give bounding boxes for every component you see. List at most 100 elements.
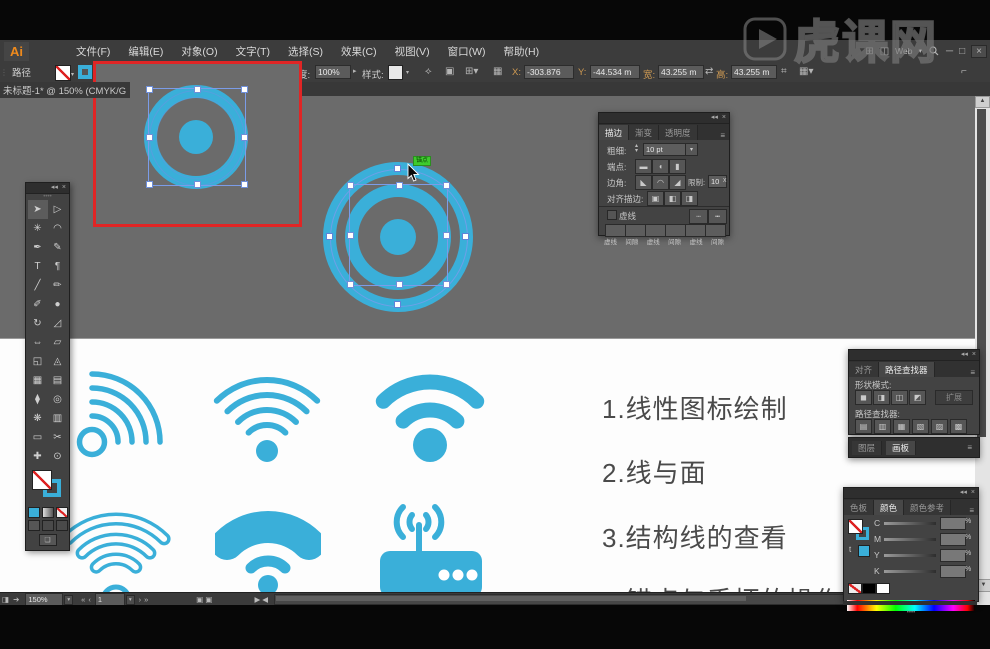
slice-tool[interactable]: ✂ [48,428,68,447]
close-button[interactable]: × [971,45,987,58]
wifi-icon-line-dot[interactable] [212,371,322,463]
stepper-icon[interactable]: ▴▾ [635,144,638,154]
handle-s[interactable] [396,281,403,288]
align-center-button[interactable]: ▣ [647,191,664,206]
workspace-switcher[interactable]: Web [895,46,912,56]
symbol-sprayer-tool[interactable]: ❋ [28,409,48,428]
opacity-arrow-icon[interactable]: ▸ [353,67,357,75]
more-options-icon[interactable]: ▦▾ [799,66,813,77]
hscroll-right-arrow[interactable]: ◀ [262,595,268,604]
selection-tool[interactable]: ➤ [28,200,48,219]
channel-y-field[interactable] [940,549,966,562]
restore-button[interactable]: □ [959,46,965,57]
magic-wand-tool[interactable]: ✳ [28,219,48,238]
document-tab-title[interactable]: 未标题-1* @ 150% (CMYK/G [0,82,130,98]
intersect-button[interactable]: ◫ [891,390,908,405]
miter-join-button[interactable]: ◣ [635,175,652,190]
gap-field-1[interactable] [625,224,646,237]
outline-button[interactable]: ▨ [931,419,948,434]
channel-k-field[interactable] [940,565,966,578]
horizontal-scrollbar-thumb[interactable] [276,596,746,601]
artboard-nav-icon[interactable]: ◨ [2,595,9,604]
align-outside-button[interactable]: ◨ [681,191,698,206]
channel-c-slider[interactable] [884,522,936,525]
handle-sw[interactable] [146,181,153,188]
artboard-dropdown-icon[interactable]: ▾ [126,595,135,605]
tab-artboards[interactable]: 画板 [886,441,916,455]
handle-se[interactable] [241,181,248,188]
dash-align-button[interactable]: ┅ [708,209,727,224]
panel-menu-icon[interactable]: ≡ [966,368,979,377]
panel-collapse-icon[interactable]: ◂◂ [960,488,967,498]
panel-close-icon[interactable]: × [972,350,976,360]
panel-menu-icon[interactable]: ≡ [965,506,978,515]
flyout-icon[interactable]: ➔ [13,595,19,604]
handle-sw[interactable] [347,281,354,288]
path-anchor-right[interactable] [462,233,469,240]
stroke-weight-field[interactable]: 10 pt [643,143,687,156]
panel-close-icon[interactable]: × [722,113,726,123]
handle-n[interactable] [396,182,403,189]
dash-field-3[interactable] [685,224,706,237]
butt-cap-button[interactable]: ▬ [635,159,652,174]
menu-edit[interactable]: 编辑(E) [128,44,163,59]
dashed-line-checkbox[interactable] [607,210,617,220]
handle-s[interactable] [194,181,201,188]
panel-menu-icon[interactable]: ≡ [716,131,729,140]
fill-swatch[interactable] [848,519,863,534]
white-swatch[interactable] [876,583,890,594]
fill-chevron-icon[interactable]: ▾ [71,71,74,78]
fill-color-swatch[interactable] [32,470,52,490]
black-swatch[interactable] [862,583,876,594]
handle-e[interactable] [443,232,450,239]
path-anchor-left[interactable] [326,233,333,240]
trim-button[interactable]: ▥ [874,419,891,434]
wifi-icon-filled-fan[interactable] [215,489,321,593]
y-field[interactable]: -44.534 m [590,65,640,79]
wifi-icon-bold[interactable] [375,363,485,463]
x-field[interactable]: -303.876 [524,65,574,79]
type-tool[interactable]: T [28,257,48,276]
panel-collapse-icon[interactable]: ◂◂ [711,113,718,123]
panel-menu-icon[interactable]: ≡ [963,443,976,452]
opacity-field[interactable]: 100% [315,65,351,79]
minus-back-button[interactable]: ▩ [950,419,967,434]
gap-field-3[interactable] [705,224,726,237]
mesh-tool[interactable]: ▦ [28,371,48,390]
dash-field-1[interactable] [605,224,626,237]
wifi-icon-rotated-line[interactable] [57,357,172,469]
projecting-cap-button[interactable]: ▮ [669,159,686,174]
blend-tool[interactable]: ◎ [48,390,68,409]
lasso-tool[interactable]: ◠ [48,219,68,238]
minimize-button[interactable]: ─ [946,46,953,57]
expand-button[interactable]: 扩展 [935,390,973,405]
constrain-proportions-icon[interactable]: ⇄ [705,66,713,77]
callout-selection-bbox[interactable] [148,88,246,186]
panel-grip[interactable]: ⋮ [0,68,6,77]
scale-tool[interactable]: ◿ [48,314,68,333]
height-field[interactable]: 43.255 m [731,65,777,79]
zoom-tool[interactable]: ⊙ [48,447,68,466]
tab-swatches[interactable]: 色板 [844,500,874,515]
style-swatch[interactable] [388,65,403,80]
minus-front-button[interactable]: ◨ [873,390,890,405]
stroke-weight-dropdown[interactable]: ▾ [685,143,698,156]
hand-tool[interactable]: ✚ [28,447,48,466]
first-artboard-button[interactable]: « [81,595,85,604]
width-field[interactable]: 43.255 m [658,65,704,79]
gap-field-2[interactable] [665,224,686,237]
dash-field-2[interactable] [645,224,666,237]
draw-behind-button[interactable] [42,520,54,531]
shear-icon[interactable]: ⌗ [781,66,787,77]
arrange-documents-icon[interactable]: ◫ [880,46,889,57]
menu-type[interactable]: 文字(T) [236,44,270,59]
zoom-dropdown-icon[interactable]: ▾ [64,595,73,605]
round-cap-button[interactable]: ◖ [652,159,669,174]
handle-w[interactable] [146,134,153,141]
handle-nw[interactable] [347,182,354,189]
pencil-tool[interactable]: ✐ [28,295,48,314]
perspective-grid-tool[interactable]: ◬ [48,352,68,371]
tab-pathfinder[interactable]: 路径查找器 [879,362,935,377]
tab-align[interactable]: 对齐 [849,362,879,377]
handle-ne[interactable] [443,182,450,189]
